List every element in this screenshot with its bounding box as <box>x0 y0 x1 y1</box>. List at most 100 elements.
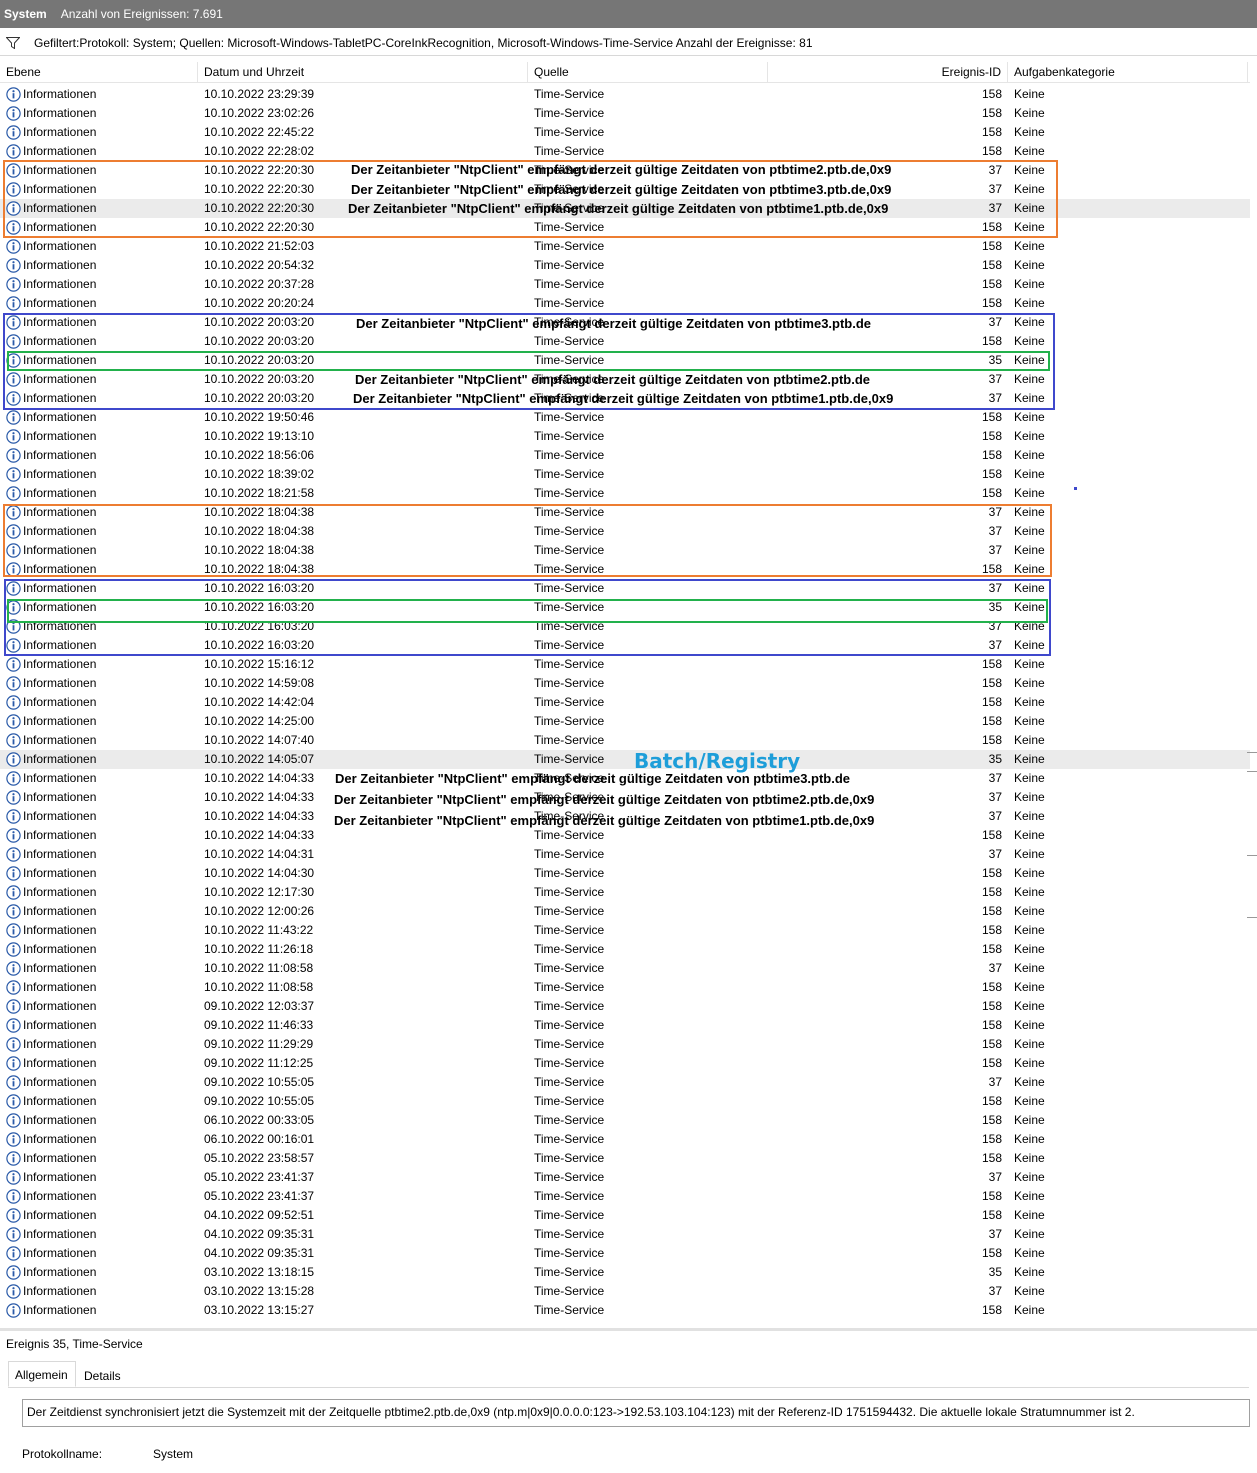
datetime-cell: 10.10.2022 20:03:20 <box>204 391 315 405</box>
level-cell: Informationen <box>23 1189 97 1203</box>
info-icon <box>6 638 21 653</box>
table-row[interactable]: Informationen 06.10.2022 00:16:01 Time-Ser… <box>0 1130 1250 1149</box>
table-row[interactable]: Informationen 03.10.2022 13:15:27 Time-Ser… <box>0 1301 1250 1320</box>
table-row[interactable]: Informationen 10.10.2022 19:50:46 Time-Ser… <box>0 408 1250 427</box>
table-row[interactable]: Informationen 10.10.2022 18:04:38 Time-Ser… <box>0 541 1250 560</box>
source-cell: Time-Service <box>534 1246 605 1260</box>
table-row[interactable]: Informationen 10.10.2022 11:08:58 Time-Ser… <box>0 978 1250 997</box>
tab-general[interactable]: Allgemein <box>8 1361 76 1387</box>
table-row[interactable]: Informationen 09.10.2022 11:46:33 Time-Ser… <box>0 1016 1250 1035</box>
table-row[interactable]: Informationen 10.10.2022 16:03:20 Time-Ser… <box>0 636 1250 655</box>
table-row[interactable]: Informationen 10.10.2022 18:56:06 Time-Ser… <box>0 446 1250 465</box>
table-row[interactable]: Informationen 10.10.2022 18:21:58 Time-Ser… <box>0 484 1250 503</box>
level-cell: Informationen <box>23 277 97 291</box>
table-row[interactable]: Informationen 09.10.2022 11:29:29 Time-Ser… <box>0 1035 1250 1054</box>
column-header-source[interactable]: Quelle <box>528 62 768 83</box>
table-row[interactable]: Informationen 10.10.2022 23:29:39 Time-Ser… <box>0 85 1250 104</box>
column-header-datetime[interactable]: Datum und Uhrzeit <box>198 62 528 83</box>
table-row[interactable]: Informationen 10.10.2022 20:54:32 Time-Ser… <box>0 256 1250 275</box>
category-cell: Keine <box>1014 1227 1045 1241</box>
table-row[interactable]: Informationen 10.10.2022 21:52:03 Time-Ser… <box>0 237 1250 256</box>
source-cell: Time-Service <box>534 847 605 861</box>
tab-details[interactable]: Details <box>78 1365 127 1387</box>
table-row[interactable]: Informationen 10.10.2022 11:08:58 Time-Ser… <box>0 959 1250 978</box>
datetime-cell: 10.10.2022 18:04:38 <box>204 505 315 519</box>
table-row[interactable]: Informationen 10.10.2022 14:42:04 Time-Ser… <box>0 693 1250 712</box>
table-row[interactable]: Informationen 10.10.2022 20:20:24 Time-Ser… <box>0 294 1250 313</box>
info-icon <box>6 144 21 159</box>
table-row[interactable]: Informationen 10.10.2022 14:04:30 Time-Ser… <box>0 864 1250 883</box>
level-cell: Informationen <box>23 1208 97 1222</box>
table-row[interactable]: Informationen 09.10.2022 12:03:37 Time-Ser… <box>0 997 1250 1016</box>
table-row[interactable]: Informationen 04.10.2022 09:35:31 Time-Ser… <box>0 1244 1250 1263</box>
table-row[interactable]: Informationen 10.10.2022 18:04:38 Time-Ser… <box>0 560 1250 579</box>
info-icon <box>6 828 21 843</box>
datetime-cell: 10.10.2022 12:00:26 <box>204 904 315 918</box>
table-row[interactable]: Informationen 09.10.2022 10:55:05 Time-Ser… <box>0 1073 1250 1092</box>
table-row[interactable]: Informationen 10.10.2022 20:03:20 Time-Ser… <box>0 332 1250 351</box>
level-cell: Informationen <box>23 657 97 671</box>
table-row[interactable]: Informationen 05.10.2022 23:41:37 Time-Ser… <box>0 1168 1250 1187</box>
info-icon <box>6 1189 21 1204</box>
table-row[interactable]: Informationen 10.10.2022 20:03:20 Time-Ser… <box>0 351 1250 370</box>
table-row[interactable]: Informationen 10.10.2022 18:04:38 Time-Ser… <box>0 522 1250 541</box>
table-row[interactable]: Informationen 10.10.2022 18:39:02 Time-Ser… <box>0 465 1250 484</box>
table-row[interactable]: Informationen 03.10.2022 13:18:15 Time-Ser… <box>0 1263 1250 1282</box>
annotation-text: Der Zeitanbieter "NtpClient" empfängt de… <box>351 182 892 197</box>
table-row[interactable]: Informationen 10.10.2022 18:04:38 Time-Ser… <box>0 503 1250 522</box>
table-row[interactable]: Informationen 10.10.2022 14:05:07 Time-Ser… <box>0 750 1250 769</box>
table-row[interactable]: Informationen 10.10.2022 16:03:20 Time-Ser… <box>0 617 1250 636</box>
table-row[interactable]: Informationen 10.10.2022 14:59:08 Time-Ser… <box>0 674 1250 693</box>
table-row[interactable]: Informationen 09.10.2022 10:55:05 Time-Ser… <box>0 1092 1250 1111</box>
info-icon <box>6 847 21 862</box>
datetime-cell: 10.10.2022 14:04:33 <box>204 809 315 823</box>
table-row[interactable]: Informationen 10.10.2022 16:03:20 Time-Ser… <box>0 579 1250 598</box>
table-row[interactable]: Informationen 10.10.2022 19:13:10 Time-Ser… <box>0 427 1250 446</box>
source-cell: Time-Service <box>534 429 605 443</box>
table-row[interactable]: Informationen 10.10.2022 14:04:31 Time-Ser… <box>0 845 1250 864</box>
table-row[interactable]: Informationen 03.10.2022 13:15:28 Time-Ser… <box>0 1282 1250 1301</box>
table-row[interactable]: Informationen 10.10.2022 23:02:26 Time-Ser… <box>0 104 1250 123</box>
table-row[interactable]: Informationen 10.10.2022 14:04:33 Time-Ser… <box>0 826 1250 845</box>
column-header-level[interactable]: Ebene <box>0 62 198 83</box>
table-row[interactable]: Informationen 10.10.2022 16:03:20 Time-Ser… <box>0 598 1250 617</box>
event-message[interactable]: Der Zeitdienst synchronisiert jetzt die … <box>22 1399 1250 1427</box>
level-cell: Informationen <box>23 125 97 139</box>
table-row[interactable]: Informationen 04.10.2022 09:35:31 Time-Ser… <box>0 1225 1250 1244</box>
level-cell: Informationen <box>23 733 97 747</box>
column-header-category[interactable]: Aufgabenkategorie <box>1008 62 1248 83</box>
source-cell: Time-Service <box>534 1189 605 1203</box>
table-row[interactable]: Informationen 10.10.2022 11:43:22 Time-Ser… <box>0 921 1250 940</box>
datetime-cell: 05.10.2022 23:58:57 <box>204 1151 315 1165</box>
table-row[interactable]: Informationen 05.10.2022 23:58:57 Time-Ser… <box>0 1149 1250 1168</box>
table-row[interactable]: Informationen 05.10.2022 23:41:37 Time-Ser… <box>0 1187 1250 1206</box>
category-cell: Keine <box>1014 581 1045 595</box>
table-row[interactable]: Informationen 06.10.2022 00:33:05 Time-Ser… <box>0 1111 1250 1130</box>
info-icon <box>6 220 21 235</box>
info-icon <box>6 866 21 881</box>
table-row[interactable]: Informationen 10.10.2022 12:17:30 Time-Ser… <box>0 883 1250 902</box>
table-row[interactable]: Informationen 10.10.2022 22:45:22 Time-Ser… <box>0 123 1250 142</box>
table-row[interactable]: Informationen 10.10.2022 14:25:00 Time-Ser… <box>0 712 1250 731</box>
table-row[interactable]: Informationen 04.10.2022 09:52:51 Time-Ser… <box>0 1206 1250 1225</box>
table-row[interactable]: Informationen 10.10.2022 15:16:12 Time-Ser… <box>0 655 1250 674</box>
scrollbar-mark <box>1247 771 1257 772</box>
table-row[interactable]: Informationen 10.10.2022 22:20:30 Time-Ser… <box>0 218 1250 237</box>
event-id-cell: 158 <box>981 1189 1002 1203</box>
category-cell: Keine <box>1014 1189 1045 1203</box>
column-header-event-id[interactable]: Ereignis-ID <box>768 62 1008 83</box>
event-id-cell: 158 <box>981 448 1002 462</box>
table-row[interactable]: Informationen 10.10.2022 11:26:18 Time-Ser… <box>0 940 1250 959</box>
category-cell: Keine <box>1014 1208 1045 1222</box>
table-row[interactable]: Informationen 10.10.2022 22:28:02 Time-Ser… <box>0 142 1250 161</box>
table-row[interactable]: Informationen 10.10.2022 12:00:26 Time-Ser… <box>0 902 1250 921</box>
source-cell: Time-Service <box>534 923 605 937</box>
table-row[interactable]: Informationen 10.10.2022 20:37:28 Time-Ser… <box>0 275 1250 294</box>
table-row[interactable]: Informationen 09.10.2022 11:12:25 Time-Ser… <box>0 1054 1250 1073</box>
datetime-cell: 10.10.2022 11:08:58 <box>204 980 314 994</box>
datetime-cell: 10.10.2022 14:05:07 <box>204 752 315 766</box>
info-icon <box>6 676 21 691</box>
info-icon <box>6 1246 21 1261</box>
batch-registry-label: Batch/Registry <box>634 749 801 773</box>
table-row[interactable]: Informationen 10.10.2022 14:07:40 Time-Ser… <box>0 731 1250 750</box>
